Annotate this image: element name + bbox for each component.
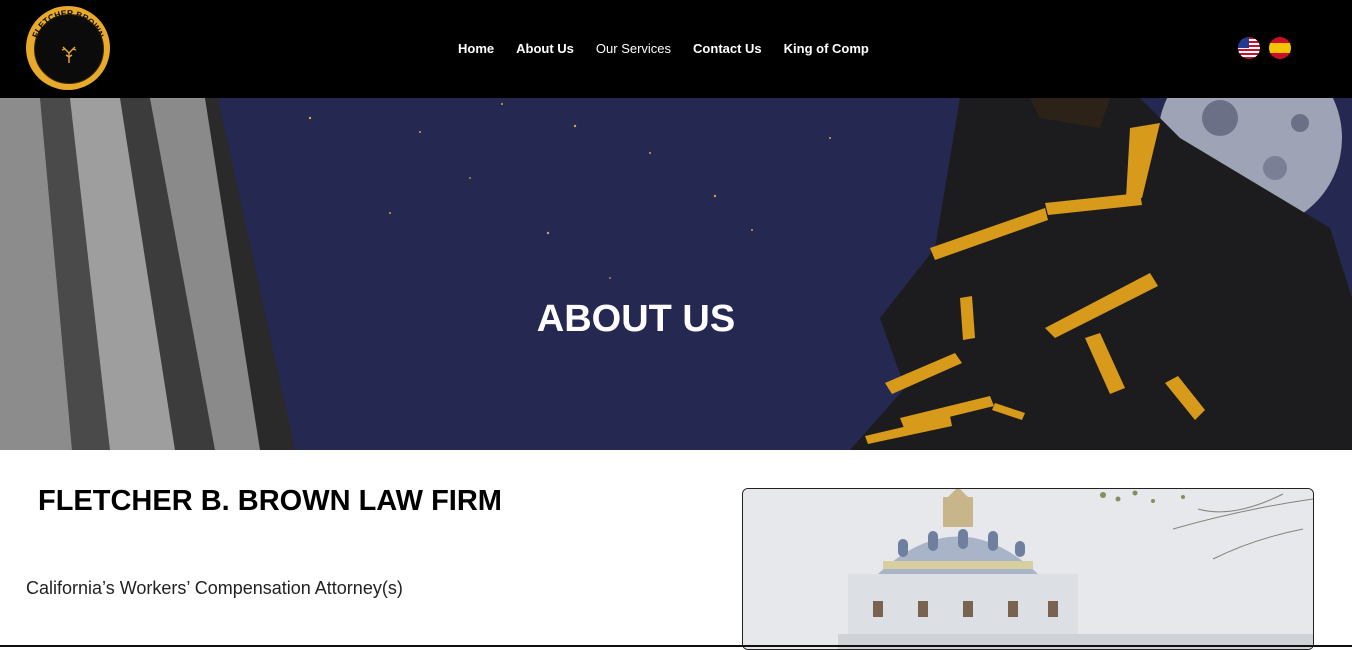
hero-banner: ABOUT US [0,98,1352,450]
logo[interactable]: FLETCHER BROWN [26,6,110,90]
hero-illustration [0,98,1352,450]
hero-title: ABOUT US [536,298,736,340]
nav-contact-us[interactable]: Contact Us [693,40,762,58]
us-flag-icon[interactable] [1238,37,1260,59]
nav-king-of-comp[interactable]: King of Comp [784,40,869,58]
spain-flag-icon[interactable] [1269,37,1291,59]
nav-home[interactable]: Home [458,40,494,58]
nav-our-services[interactable]: Our Services [596,40,671,58]
capitol-dome-image [743,489,1313,649]
site-header: FLETCHER BROWN Home About Us Our Service… [0,0,1352,98]
nav-about-us[interactable]: About Us [516,40,574,58]
main-nav: Home About Us Our Services Contact Us Ki… [458,40,869,58]
firm-heading: FLETCHER B. BROWN LAW FIRM [38,485,502,517]
firm-subheading: California’s Workers’ Compensation Attor… [26,578,403,598]
language-switcher [1238,37,1291,59]
capitol-photo [742,488,1314,650]
logo-ring-text: FLETCHER BROWN [30,8,106,39]
svg-text:FLETCHER BROWN: FLETCHER BROWN [30,8,106,39]
